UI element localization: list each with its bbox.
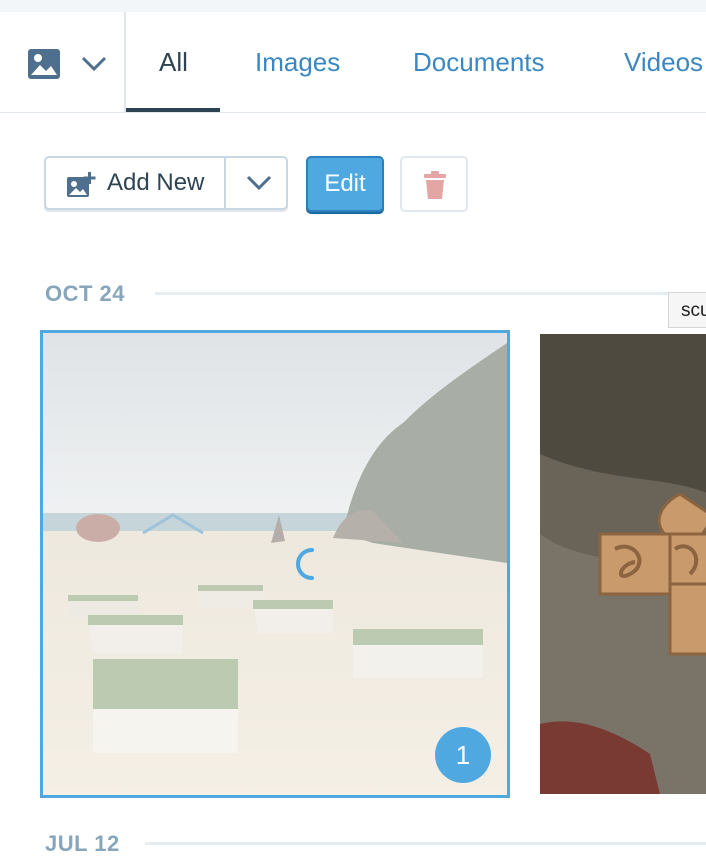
media-thumbnail-sculpture <box>540 334 706 794</box>
upload-overlay <box>43 333 507 795</box>
tab-documents[interactable]: Documents <box>413 12 545 112</box>
add-new-dropdown-button[interactable] <box>224 158 288 208</box>
media-item[interactable] <box>540 334 706 794</box>
tooltip: scu <box>668 292 706 328</box>
trash-icon <box>424 171 446 199</box>
add-new-label: Add New <box>107 169 205 196</box>
section-date-header: JUL 12 <box>45 831 120 856</box>
tab-videos[interactable]: Videos <box>624 12 703 112</box>
selection-count-badge: 1 <box>435 727 491 783</box>
image-icon <box>28 49 60 79</box>
chevron-down-icon <box>246 175 272 191</box>
section-divider <box>155 292 706 295</box>
spinner-icon <box>296 548 314 580</box>
delete-button[interactable] <box>400 156 468 212</box>
edit-button[interactable]: Edit <box>306 156 384 212</box>
add-image-icon <box>67 172 96 197</box>
media-toolbar: Add New Edit <box>0 156 706 214</box>
chevron-down-icon <box>81 56 107 72</box>
section-divider <box>145 842 706 845</box>
section-date-header: OCT 24 <box>45 281 126 306</box>
add-new-button-group: Add New <box>44 156 288 210</box>
tab-images[interactable]: Images <box>255 12 340 112</box>
media-item-selected[interactable]: 1 <box>40 330 510 798</box>
media-type-dropdown[interactable] <box>0 12 126 112</box>
media-filter-bar: All Images Documents Videos <box>0 12 706 113</box>
add-new-button[interactable]: Add New <box>46 158 224 208</box>
tab-all[interactable]: All <box>126 12 220 112</box>
